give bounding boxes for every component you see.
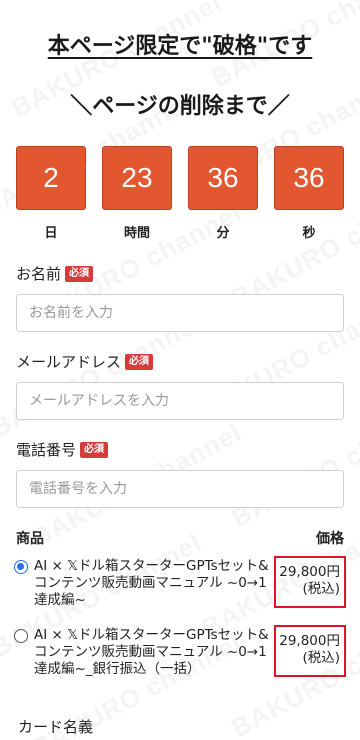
page-headline: 本ページ限定で"破格"です <box>0 28 360 60</box>
countdown-title: ＼ページの削除まで／ <box>70 94 290 119</box>
countdown-minutes-label: 分 <box>216 226 230 241</box>
name-label-text: お名前 <box>16 265 62 283</box>
countdown-days: 2 <box>16 146 86 210</box>
product-name: AI × 𝕏ドル箱スターターGPTsセット&コンテンツ販売動画マニュアル ~0→… <box>34 627 269 677</box>
product-table-header: 商品 価格 <box>16 528 344 548</box>
name-input[interactable] <box>16 294 344 332</box>
required-badge: 必須 <box>125 353 154 370</box>
countdown-hours: 23 <box>102 146 172 210</box>
product-name: AI × 𝕏ドル箱スターターGPTsセット&コンテンツ販売動画マニュアル ~0→… <box>34 558 269 608</box>
price-value: 29,800円 <box>279 633 340 649</box>
required-badge: 必須 <box>65 265 94 282</box>
email-field-label: メールアドレス 必須 <box>16 351 154 372</box>
countdown-seconds-label: 秒 <box>302 226 316 241</box>
headline-text: 本ページ限定で"破格"です <box>47 34 313 59</box>
price-value: 29,800円 <box>279 564 340 580</box>
name-field-label: お名前 必須 <box>16 263 94 284</box>
radio-unselected-icon[interactable] <box>14 629 28 643</box>
email-label-text: メールアドレス <box>16 353 122 371</box>
phone-input[interactable] <box>16 470 344 508</box>
price-box: 29,800円 (税込) <box>274 556 346 608</box>
email-input[interactable] <box>16 382 344 420</box>
price-tax-note: (税込) <box>302 650 340 666</box>
card-holder-label: カード名義 <box>18 718 94 736</box>
required-badge: 必須 <box>80 441 109 458</box>
price-column-header: 価格 <box>316 531 344 547</box>
countdown-minutes: 36 <box>188 146 258 210</box>
price-box: 29,800円 (税込) <box>274 625 346 677</box>
countdown-hours-label: 時間 <box>123 226 150 241</box>
countdown-days-label: 日 <box>44 226 58 241</box>
phone-label-text: 電話番号 <box>16 441 77 459</box>
product-option-2[interactable]: AI × 𝕏ドル箱スターターGPTsセット&コンテンツ販売動画マニュアル ~0→… <box>12 625 346 697</box>
price-tax-note: (税込) <box>302 581 340 597</box>
product-column-header: 商品 <box>16 531 44 547</box>
product-option-1[interactable]: AI × 𝕏ドル箱スターターGPTsセット&コンテンツ販売動画マニュアル ~0→… <box>12 556 346 614</box>
radio-selected-icon[interactable] <box>14 560 28 574</box>
countdown-seconds: 36 <box>274 146 344 210</box>
phone-field-label: 電話番号 必須 <box>16 439 109 460</box>
